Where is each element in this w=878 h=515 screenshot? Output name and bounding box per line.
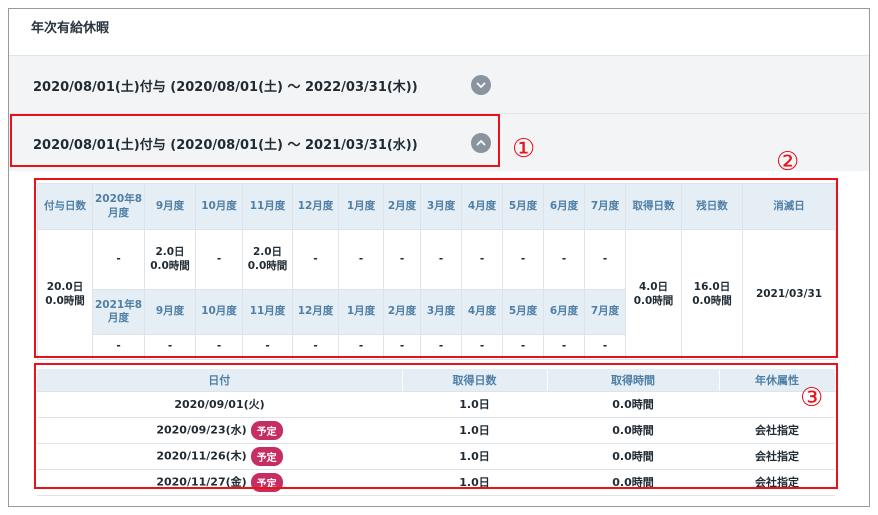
callout-number-2: ②	[776, 147, 800, 177]
grant-accordion-1-label: 2020/08/01(土)付与 (2020/08/01(土) ～ 2022/03…	[33, 80, 418, 95]
callout-box-2	[34, 178, 838, 358]
callout-box-3	[34, 363, 838, 489]
panel-title: 年次有給休暇	[31, 21, 110, 36]
grant-accordion-1[interactable]: 2020/08/01(土)付与 (2020/08/01(土) ～ 2022/03…	[9, 55, 869, 113]
callout-number-3: ③	[800, 383, 824, 413]
callout-number-1: ①	[512, 134, 536, 164]
callout-box-1	[10, 114, 500, 167]
chevron-down-icon[interactable]	[471, 75, 491, 95]
